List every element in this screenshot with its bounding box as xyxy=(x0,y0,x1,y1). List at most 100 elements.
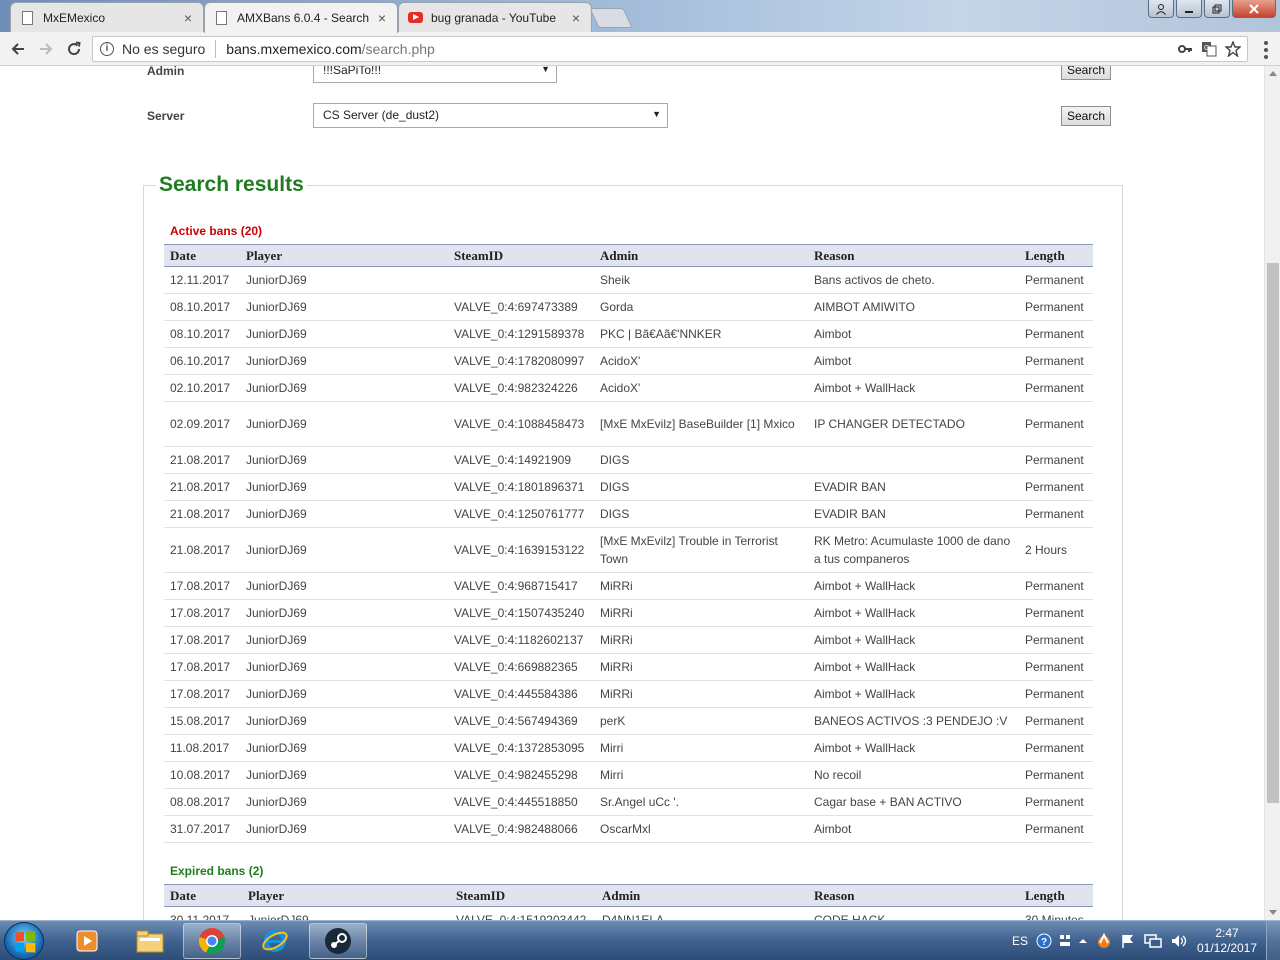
cell-date: 17.08.2017 xyxy=(164,572,240,600)
page-scrollbar[interactable] xyxy=(1264,66,1280,920)
column-header-date[interactable]: Date xyxy=(164,884,242,907)
admin-select[interactable]: !!!SaPiTo!!! ▼ xyxy=(313,66,557,83)
bookmark-star-icon[interactable] xyxy=(1225,41,1241,57)
restore-icon xyxy=(1212,4,1222,13)
user-profile-button[interactable] xyxy=(1148,0,1174,18)
scroll-down-icon[interactable] xyxy=(1269,910,1277,915)
cell-steamid: VALVE_0:4:968715417 xyxy=(448,572,594,600)
help-icon[interactable]: ? xyxy=(1036,933,1052,949)
cell-reason: Aimbot xyxy=(808,815,1019,843)
cell-length: Permanent xyxy=(1019,653,1093,681)
cell-player: JuniorDJ69 xyxy=(240,347,448,375)
cell-reason: EVADIR BAN xyxy=(808,473,1019,501)
scrollbar-thumb[interactable] xyxy=(1267,263,1279,803)
column-header-player[interactable]: Player xyxy=(240,244,448,267)
language-indicator[interactable]: ES xyxy=(1012,934,1028,948)
window-close-button[interactable] xyxy=(1232,0,1276,18)
column-header-reason[interactable]: Reason xyxy=(808,244,1019,267)
keyboard-layout-icon[interactable] xyxy=(1058,933,1072,949)
start-button[interactable] xyxy=(4,922,44,960)
chrome-icon xyxy=(198,928,226,955)
show-hidden-icons-icon[interactable] xyxy=(1078,936,1088,946)
tab-amxbans-search[interactable]: AMXBans 6.0.4 - Search × xyxy=(204,2,398,33)
minimize-button[interactable] xyxy=(1176,0,1202,18)
tab-youtube[interactable]: bug granada - YouTube × xyxy=(398,2,592,32)
browser-tab-strip: MxEMexico × AMXBans 6.0.4 - Search × bug… xyxy=(0,0,1280,33)
column-header-reason[interactable]: Reason xyxy=(808,884,1019,907)
cell-length: 30 Minutes xyxy=(1019,906,1093,920)
key-icon[interactable] xyxy=(1177,41,1193,57)
cell-date: 15.08.2017 xyxy=(164,707,240,735)
security-status[interactable]: No es seguro xyxy=(122,41,205,57)
window-controls xyxy=(1148,0,1276,18)
cell-admin: MiRRi xyxy=(594,653,808,681)
new-tab-button[interactable] xyxy=(589,8,633,28)
close-icon[interactable]: × xyxy=(181,11,195,25)
file-explorer-icon xyxy=(136,930,164,953)
table-row: 17.08.2017 JuniorDJ69 VALVE_0:4:968715417 M… xyxy=(164,572,1093,600)
taskbar-clock[interactable]: 2:47 01/12/2017 xyxy=(1192,926,1262,956)
taskbar-steam[interactable] xyxy=(309,923,367,959)
volume-icon[interactable] xyxy=(1170,933,1188,949)
cell-player: JuniorDJ69 xyxy=(240,473,448,501)
cell-date: 02.10.2017 xyxy=(164,374,240,402)
column-header-admin[interactable]: Admin xyxy=(596,884,808,907)
admin-search-button[interactable]: Search xyxy=(1061,66,1111,80)
show-desktop-button[interactable] xyxy=(1266,921,1280,960)
taskbar-file-explorer[interactable] xyxy=(121,923,179,959)
taskbar-media-player[interactable] xyxy=(58,923,116,959)
reload-icon xyxy=(68,41,81,56)
taskbar-chrome[interactable] xyxy=(183,923,241,959)
tab-title: AMXBans 6.0.4 - Search xyxy=(237,11,370,25)
forward-arrow-icon xyxy=(40,43,53,55)
column-header-date[interactable]: Date xyxy=(164,244,240,267)
cell-steamid: VALVE_0:4:14921909 xyxy=(448,446,594,474)
scroll-up-icon[interactable] xyxy=(1269,71,1277,76)
cell-reason: Aimbot + WallHack xyxy=(808,734,1019,762)
cell-player: JuniorDJ69 xyxy=(240,446,448,474)
cell-reason: Aimbot + WallHack xyxy=(808,626,1019,654)
cell-date: 30.11.2017 xyxy=(164,906,242,920)
expired-bans-table: Date Player SteamID Admin Reason Length … xyxy=(164,884,1093,920)
cell-player: JuniorDJ69 xyxy=(240,653,448,681)
cell-date: 21.08.2017 xyxy=(164,527,240,573)
tab-mxemexico[interactable]: MxEMexico × xyxy=(10,2,204,32)
address-bar[interactable]: i No es seguro bans.mxemexico.com/search… xyxy=(92,36,1248,62)
table-row: 02.10.2017 JuniorDJ69 VALVE_0:4:982324226 A… xyxy=(164,374,1093,402)
close-icon[interactable]: × xyxy=(569,11,583,25)
reload-button[interactable] xyxy=(63,38,85,60)
more-menu-icon[interactable] xyxy=(1264,41,1268,59)
column-header-admin[interactable]: Admin xyxy=(594,244,808,267)
cell-admin: DIGS xyxy=(594,446,808,474)
column-header-steamid[interactable]: SteamID xyxy=(448,244,594,267)
network-icon[interactable] xyxy=(1144,933,1162,949)
column-header-length[interactable]: Length xyxy=(1019,244,1093,267)
back-button[interactable] xyxy=(7,38,29,60)
cell-player: JuniorDJ69 xyxy=(240,815,448,843)
taskbar-internet-explorer[interactable] xyxy=(246,923,304,959)
info-icon[interactable]: i xyxy=(100,42,114,56)
system-tray: ES ? 2:47 01/12/2017 xyxy=(1012,921,1280,960)
action-center-flag-icon[interactable] xyxy=(1120,933,1136,949)
cell-length: Permanent xyxy=(1019,680,1093,708)
avast-icon[interactable] xyxy=(1096,933,1112,949)
cell-length: Permanent xyxy=(1019,347,1093,375)
maximize-button[interactable] xyxy=(1204,0,1230,18)
column-header-steamid[interactable]: SteamID xyxy=(450,884,596,907)
cell-admin: AcidoX' xyxy=(594,347,808,375)
close-icon[interactable]: × xyxy=(375,11,389,25)
table-row: 21.08.2017 JuniorDJ69 VALVE_0:4:1250761777… xyxy=(164,500,1093,528)
translate-icon[interactable]: G xyxy=(1201,41,1217,57)
cell-player: JuniorDJ69 xyxy=(240,527,448,573)
cell-date: 11.08.2017 xyxy=(164,734,240,762)
forward-button[interactable] xyxy=(35,38,57,60)
cell-admin: Mirri xyxy=(594,761,808,789)
cell-reason: AIMBOT AMIWITO xyxy=(808,293,1019,321)
server-search-button[interactable]: Search xyxy=(1061,106,1111,126)
cell-reason: EVADIR BAN xyxy=(808,500,1019,528)
cell-steamid: VALVE_0:4:669882365 xyxy=(448,653,594,681)
column-header-length[interactable]: Length xyxy=(1019,884,1093,907)
server-select[interactable]: CS Server (de_dust2) ▼ xyxy=(313,103,668,128)
table-row: 12.11.2017 JuniorDJ69 Sheik Bans activos de… xyxy=(164,266,1093,294)
column-header-player[interactable]: Player xyxy=(242,884,450,907)
